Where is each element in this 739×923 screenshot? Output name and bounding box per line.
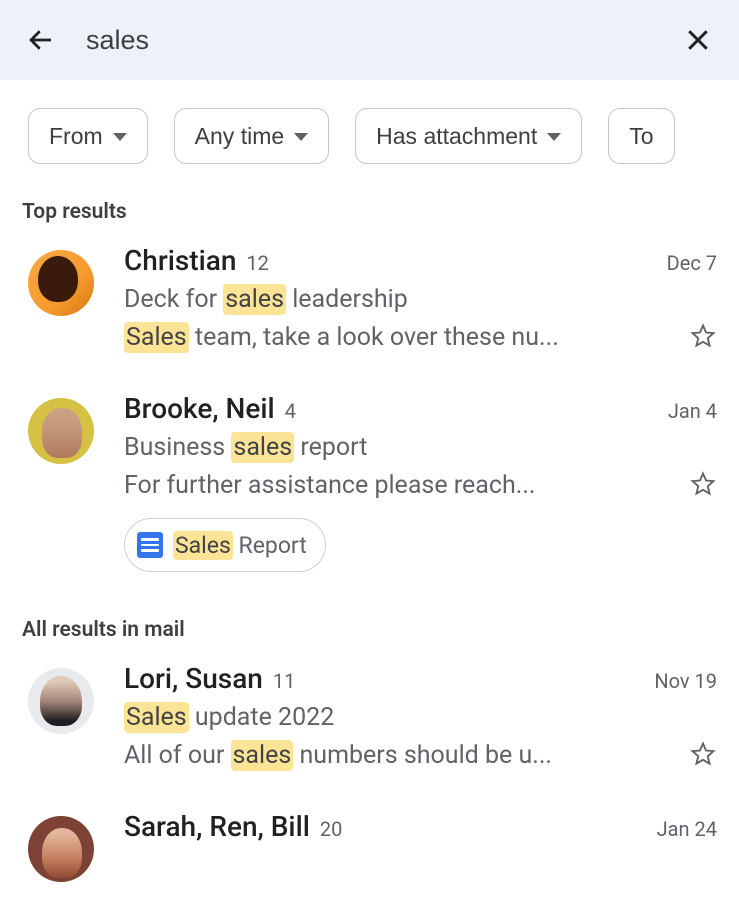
- email-date: Jan 24: [657, 817, 717, 841]
- filter-chip-to[interactable]: To: [608, 108, 674, 164]
- thread-count: 12: [246, 251, 268, 275]
- filter-chip-from[interactable]: From: [28, 108, 148, 164]
- back-arrow-icon: [26, 25, 56, 55]
- filter-chips-row: From Any time Has attachment To: [0, 82, 739, 190]
- email-date: Dec 7: [667, 251, 717, 275]
- email-subject: Deck for sales leadership: [124, 281, 717, 319]
- email-subject: Business sales report: [124, 429, 717, 467]
- chevron-down-icon: [294, 133, 308, 141]
- email-snippet: For further assistance please reach...: [124, 467, 675, 505]
- search-bar: [0, 0, 739, 80]
- star-button[interactable]: [689, 322, 717, 353]
- attachment-chip[interactable]: Sales Report: [124, 518, 326, 572]
- section-header-top-results: Top results: [0, 190, 739, 244]
- sender-name: Sarah, Ren, Bill: [124, 810, 310, 843]
- avatar: [28, 250, 94, 316]
- star-button[interactable]: [689, 740, 717, 771]
- sender-name: Brooke, Neil: [124, 392, 275, 425]
- star-outline-icon: [689, 470, 717, 498]
- chip-label: Any time: [195, 123, 284, 150]
- star-button[interactable]: [689, 470, 717, 501]
- sender-name: Lori, Susan: [124, 662, 263, 695]
- filter-chip-has-attachment[interactable]: Has attachment: [355, 108, 582, 164]
- avatar: [28, 668, 94, 734]
- avatar: [28, 816, 94, 882]
- email-result-row[interactable]: Lori, Susan 11 Nov 19 Sales update 2022 …: [0, 662, 739, 810]
- email-result-row[interactable]: Sarah, Ren, Bill 20 Jan 24: [0, 810, 739, 918]
- email-date: Nov 19: [654, 669, 717, 693]
- chevron-down-icon: [547, 133, 561, 141]
- chevron-down-icon: [113, 133, 127, 141]
- attachment-name: Sales Report: [173, 532, 307, 559]
- email-result-row[interactable]: Brooke, Neil 4 Jan 4 Business sales repo…: [0, 392, 739, 608]
- thread-count: 11: [273, 669, 295, 693]
- email-result-row[interactable]: Christian 12 Dec 7 Deck for sales leader…: [0, 244, 739, 392]
- section-header-all-results: All results in mail: [0, 608, 739, 662]
- email-date: Jan 4: [668, 399, 717, 423]
- search-input[interactable]: [86, 25, 653, 56]
- thread-count: 20: [320, 817, 342, 841]
- email-subject: Sales update 2022: [124, 699, 717, 737]
- chip-label: To: [629, 123, 653, 150]
- email-snippet: All of our sales numbers should be u...: [124, 737, 675, 775]
- avatar: [28, 398, 94, 464]
- chip-label: Has attachment: [376, 123, 537, 150]
- close-icon: [683, 25, 713, 55]
- star-outline-icon: [689, 740, 717, 768]
- clear-search-button[interactable]: [679, 21, 717, 59]
- thread-count: 4: [285, 399, 296, 423]
- google-doc-icon: [137, 532, 163, 558]
- chip-label: From: [49, 123, 103, 150]
- filter-chip-anytime[interactable]: Any time: [174, 108, 329, 164]
- email-snippet: Sales team, take a look over these nu...: [124, 319, 675, 357]
- star-outline-icon: [689, 322, 717, 350]
- back-button[interactable]: [22, 21, 60, 59]
- sender-name: Christian: [124, 244, 236, 277]
